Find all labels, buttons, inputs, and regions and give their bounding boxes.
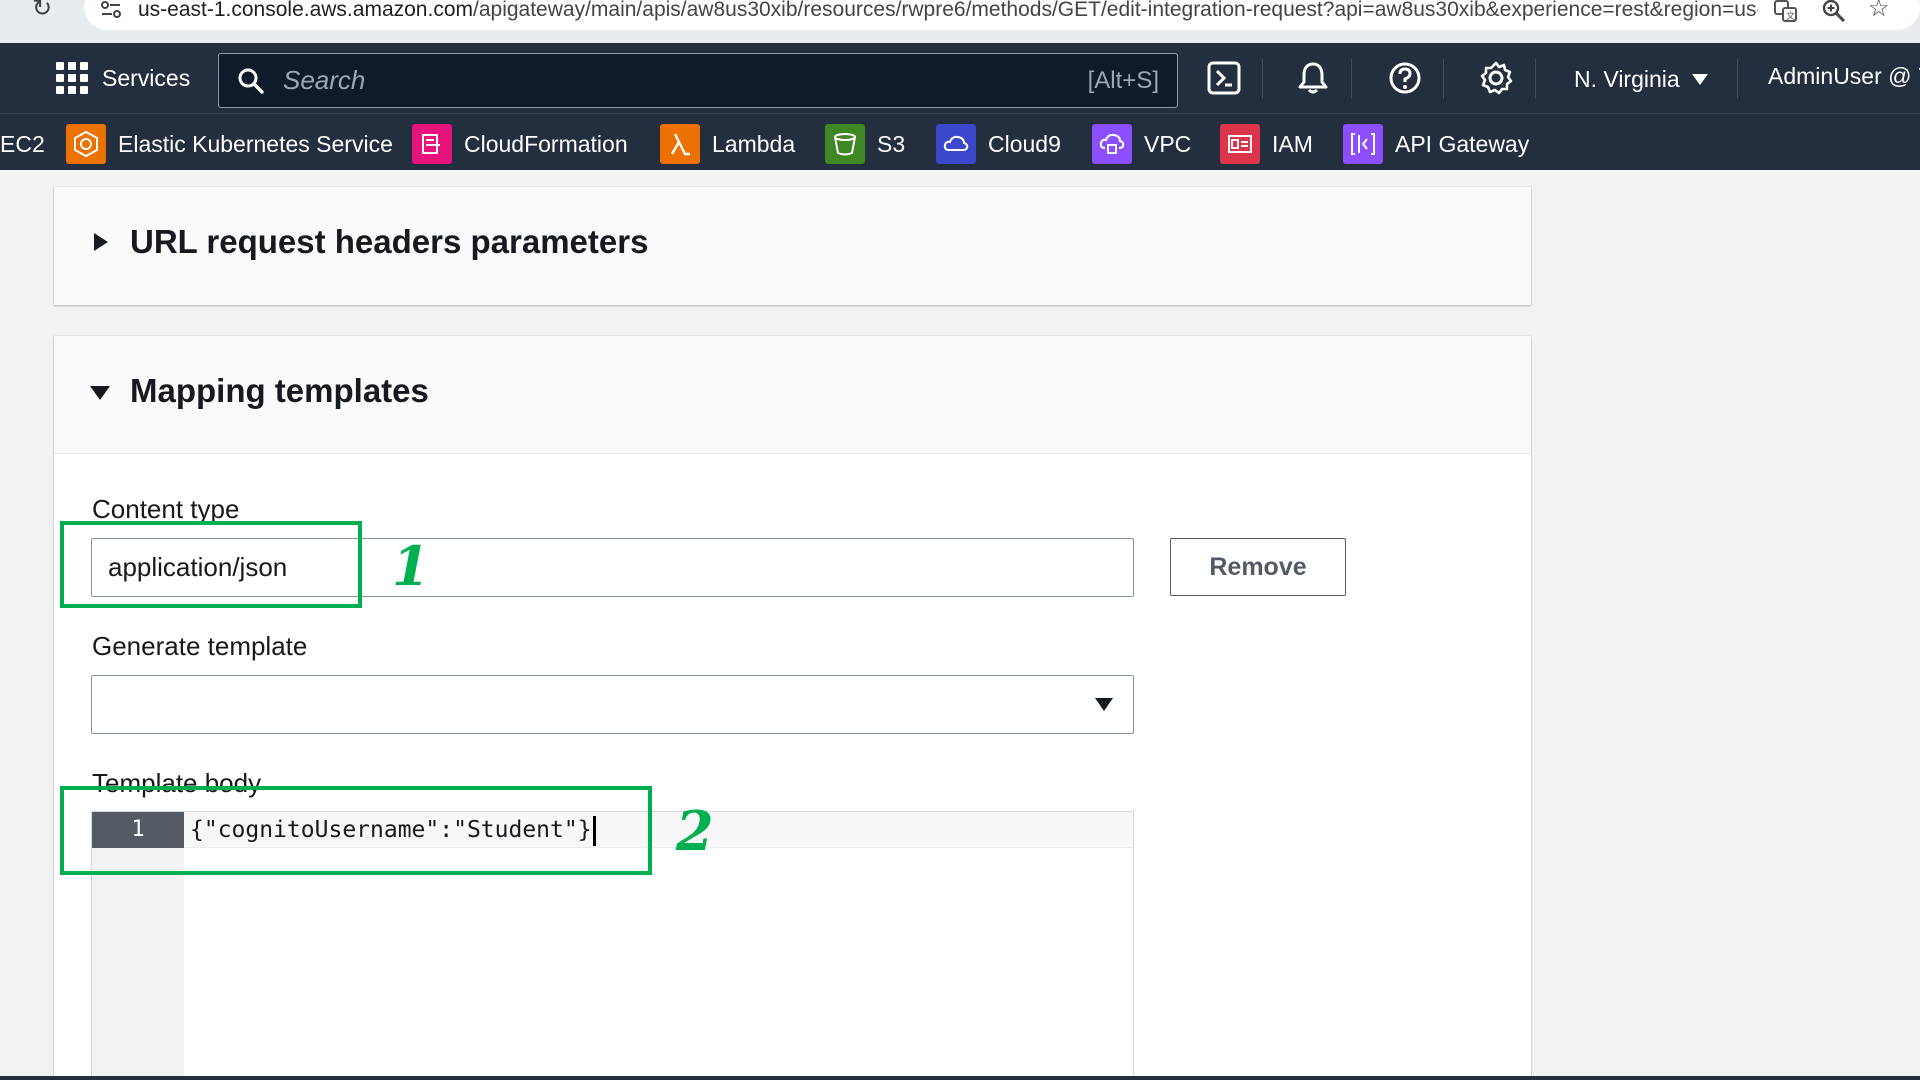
- favorite-label: Elastic Kubernetes Service: [118, 130, 393, 157]
- nav-divider: [1443, 59, 1444, 99]
- bottom-edge: [0, 1076, 1920, 1080]
- favorite-label: S3: [877, 130, 906, 157]
- cloud9-icon: [936, 124, 976, 164]
- nav-divider: [1351, 59, 1352, 99]
- settings-gear-icon[interactable]: [1478, 60, 1514, 96]
- dropdown-caret-icon: [1095, 698, 1113, 711]
- favorite-label: API Gateway: [1395, 130, 1530, 157]
- api-gateway-icon: [1343, 124, 1383, 164]
- region-label: N. Virginia: [1574, 65, 1680, 92]
- nav-divider: [1262, 59, 1263, 99]
- vpc-icon: [1092, 124, 1132, 164]
- generate-template-label: Generate template: [92, 631, 308, 661]
- favorite-lambda[interactable]: Lambda: [660, 124, 796, 164]
- url-text[interactable]: us-east-1.console.aws.amazon.com/apigate…: [138, 0, 1758, 22]
- search-shortcut-hint: [Alt+S]: [1087, 67, 1159, 94]
- favorite-cloudformation[interactable]: CloudFormation: [412, 124, 628, 164]
- favorite-api-gateway[interactable]: API Gateway: [1343, 124, 1530, 164]
- aws-top-nav: Services [Alt+S] N. Virginia AdminUser @…: [0, 43, 1920, 113]
- site-info-icon[interactable]: [100, 0, 122, 20]
- favorite-s3[interactable]: S3: [825, 124, 906, 164]
- favorite-label: IAM: [1272, 130, 1313, 157]
- favorite-label: Lambda: [712, 130, 796, 157]
- favorite-cloud9[interactable]: Cloud9: [936, 124, 1061, 164]
- collapse-caret-down-icon[interactable]: [90, 386, 110, 400]
- services-label: Services: [102, 64, 191, 91]
- annotation-number-2: 2: [676, 799, 714, 863]
- favorites-bar: EC2 Elastic Kubernetes Service CloudForm…: [0, 113, 1920, 170]
- help-icon[interactable]: [1387, 60, 1423, 96]
- reload-icon[interactable]: ↻: [32, 0, 60, 22]
- favorite-label: VPC: [1144, 130, 1192, 157]
- nav-divider: [1535, 59, 1536, 99]
- favorite-iam[interactable]: IAM: [1220, 124, 1313, 164]
- cloudformation-icon: [412, 124, 452, 164]
- nav-divider: [1737, 59, 1738, 99]
- annotation-box-1: [60, 521, 362, 608]
- url-request-headers-panel: URL request headers parameters: [54, 187, 1531, 305]
- favorite-eks[interactable]: Elastic Kubernetes Service: [66, 124, 393, 164]
- expand-caret-right-icon[interactable]: [94, 233, 108, 251]
- annotation-box-2: [60, 786, 652, 875]
- panel-title[interactable]: Mapping templates: [130, 372, 429, 410]
- services-menu-button[interactable]: Services: [56, 59, 190, 97]
- cloudshell-icon[interactable]: [1206, 60, 1242, 96]
- translate-icon[interactable]: 文: [1774, 0, 1798, 22]
- browser-toolbar: ↻ us-east-1.console.aws.amazon.com/apiga…: [0, 0, 1920, 43]
- favorite-label: Cloud9: [988, 130, 1061, 157]
- panel-title[interactable]: URL request headers parameters: [130, 223, 648, 261]
- url-host: us-east-1.console.aws.amazon.com: [138, 0, 473, 21]
- favorite-label: EC2: [0, 130, 45, 157]
- eks-icon: [66, 124, 106, 164]
- caret-down-icon: [1691, 73, 1708, 85]
- account-menu[interactable]: AdminUser @ 7: [1768, 63, 1920, 95]
- generate-template-select[interactable]: [91, 675, 1134, 734]
- favorite-label: CloudFormation: [464, 130, 628, 157]
- zoom-icon[interactable]: [1822, 0, 1846, 22]
- annotation-number-1: 1: [392, 534, 430, 598]
- search-icon: [238, 68, 264, 94]
- remove-button[interactable]: Remove: [1170, 538, 1346, 596]
- url-path: /apigateway/main/apis/aw8us30xib/resourc…: [473, 0, 1758, 21]
- favorite-vpc[interactable]: VPC: [1092, 124, 1192, 164]
- lambda-icon: [660, 124, 700, 164]
- services-grid-icon: [56, 62, 88, 94]
- favorite-ec2[interactable]: EC2: [0, 125, 45, 163]
- search-input[interactable]: [283, 54, 983, 107]
- notifications-bell-icon[interactable]: [1295, 60, 1331, 96]
- region-selector[interactable]: N. Virginia: [1574, 63, 1708, 95]
- svg-text:文: 文: [1786, 10, 1795, 22]
- mapping-templates-header[interactable]: Mapping templates: [54, 336, 1531, 454]
- search-box[interactable]: [Alt+S]: [218, 53, 1178, 108]
- bookmark-star-icon[interactable]: ☆: [1868, 0, 1894, 22]
- s3-icon: [825, 124, 865, 164]
- iam-icon: [1220, 124, 1260, 164]
